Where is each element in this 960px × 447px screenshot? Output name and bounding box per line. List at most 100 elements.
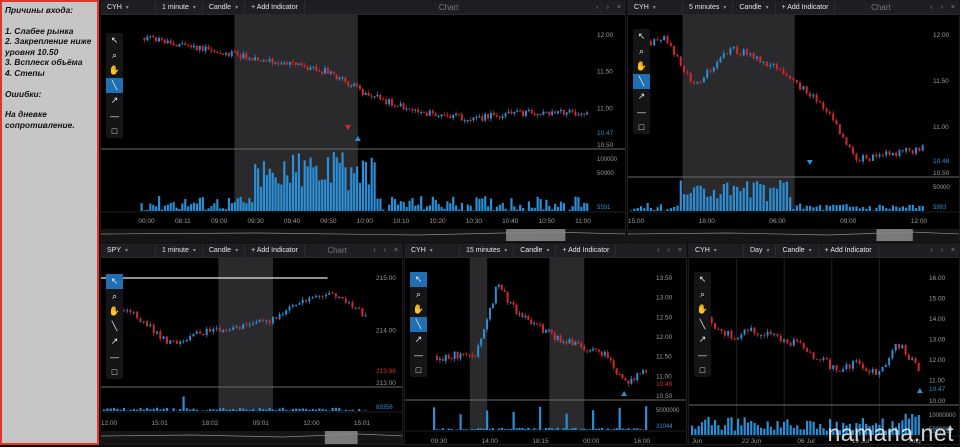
interval-selector[interactable]: Day▾ <box>744 244 776 258</box>
ticker-selector[interactable]: CYH▾ <box>689 244 744 258</box>
zoom-icon[interactable]: ⌕ <box>106 289 123 304</box>
volume-bar <box>205 210 207 211</box>
candle <box>902 150 904 151</box>
prev-icon[interactable]: ‹ <box>592 4 602 11</box>
volume-bar <box>362 161 364 211</box>
hand-icon[interactable]: ✋ <box>106 63 123 78</box>
arrow-icon[interactable]: ↗ <box>106 93 123 108</box>
hline-icon[interactable]: — <box>694 347 711 362</box>
hand-icon[interactable]: ✋ <box>106 304 123 319</box>
rect-icon[interactable]: □ <box>694 362 711 377</box>
cursor-icon[interactable]: ↖ <box>694 272 711 287</box>
zoom-icon[interactable]: ⌕ <box>106 48 123 63</box>
hand-icon[interactable]: ✋ <box>410 302 427 317</box>
add-indicator-button[interactable]: + Add Indicator <box>819 244 879 258</box>
candle <box>531 110 533 114</box>
price-tick: 13.50 <box>656 275 673 282</box>
next-icon[interactable]: › <box>937 4 947 11</box>
next-icon[interactable]: › <box>937 247 947 254</box>
zoom-icon[interactable]: ⌕ <box>410 287 427 302</box>
close-icon[interactable]: × <box>947 247 959 254</box>
cursor-icon[interactable]: ↖ <box>410 272 427 287</box>
chart-style-selector[interactable]: Candle▾ <box>733 1 775 15</box>
candle <box>226 330 228 331</box>
chevron-down-icon: ▾ <box>723 5 726 11</box>
hline-icon[interactable]: — <box>633 104 650 119</box>
line-icon[interactable]: ╲ <box>694 317 711 332</box>
interval-selector[interactable]: 1 minute▾ <box>156 244 203 258</box>
hline-icon[interactable]: — <box>106 108 123 123</box>
rect-icon[interactable]: □ <box>633 119 650 134</box>
hline-icon[interactable]: — <box>410 347 427 362</box>
candle <box>786 74 788 75</box>
price-chart[interactable]: 215.00214.00213.00213.968935612:0015:011… <box>101 258 403 445</box>
interval-selector[interactable]: 5 minutes▾ <box>683 1 733 15</box>
line-icon[interactable]: ╲ <box>410 317 427 332</box>
candle <box>525 111 527 116</box>
add-indicator-button[interactable]: + Add Indicator <box>245 244 305 258</box>
prev-icon[interactable]: ‹ <box>926 247 936 254</box>
cursor-icon[interactable]: ↖ <box>633 29 650 44</box>
rect-icon[interactable]: □ <box>106 364 123 379</box>
ticker-selector[interactable]: CYH▾ <box>405 244 460 258</box>
volume-bar <box>753 423 755 435</box>
chart-style-selector[interactable]: Candle▾ <box>203 244 245 258</box>
price-chart[interactable]: 12.0011.5011.0010.5010.47100000500005591… <box>101 15 626 242</box>
volume-bar <box>219 208 221 211</box>
candle <box>845 364 847 369</box>
line-icon[interactable]: ╲ <box>106 78 123 93</box>
add-indicator-button[interactable]: + Add Indicator <box>776 1 836 15</box>
chart-panel-p3[interactable]: SPY▾1 minute▾Candle▾+ Add IndicatorChart… <box>100 243 403 445</box>
arrow-icon[interactable]: ↗ <box>106 334 123 349</box>
zoom-icon[interactable]: ⌕ <box>694 287 711 302</box>
price-chart[interactable]: 12.0011.5011.0010.5010.4850000599315:001… <box>628 15 960 242</box>
ticker-selector[interactable]: CYH▾ <box>101 1 156 15</box>
prev-icon[interactable]: ‹ <box>926 4 936 11</box>
prev-icon[interactable]: ‹ <box>369 247 379 254</box>
zoom-icon[interactable]: ⌕ <box>633 44 650 59</box>
line-icon[interactable]: ╲ <box>633 74 650 89</box>
arrow-icon[interactable]: ↗ <box>633 89 650 104</box>
arrow-icon[interactable]: ↗ <box>410 332 427 347</box>
arrow-icon[interactable]: ↗ <box>694 332 711 347</box>
hand-icon[interactable]: ✋ <box>694 302 711 317</box>
candle <box>505 113 507 116</box>
hand-icon[interactable]: ✋ <box>633 59 650 74</box>
add-indicator-button[interactable]: + Add Indicator <box>556 244 616 258</box>
candle <box>660 40 662 41</box>
hline-icon[interactable]: — <box>106 349 123 364</box>
chart-panel-p4[interactable]: CYH▾15 minutes▾Candle▾+ Add Indicator ‹›×… <box>404 243 687 445</box>
candle <box>918 148 920 151</box>
price-chart[interactable]: 13.5013.0012.5012.0011.5011.0010.5010.48… <box>405 258 687 445</box>
chart-style-selector[interactable]: Candle▾ <box>514 244 556 258</box>
chart-style-selector[interactable]: Candle▾ <box>776 244 818 258</box>
cursor-icon[interactable]: ↖ <box>106 274 123 289</box>
close-icon[interactable]: × <box>674 247 686 254</box>
rect-icon[interactable]: □ <box>106 123 123 138</box>
volume-bar <box>248 198 250 211</box>
chart-style-selector[interactable]: Candle▾ <box>203 1 245 15</box>
add-indicator-button[interactable]: + Add Indicator <box>245 1 305 15</box>
next-icon[interactable]: › <box>603 4 613 11</box>
volume-bar <box>400 201 402 211</box>
chart-panel-p2[interactable]: CYH▾5 minutes▾Candle▾+ Add IndicatorChar… <box>627 0 960 242</box>
price-chart[interactable]: 16.0015.0014.0013.0012.0011.0010.0010.47… <box>689 258 960 445</box>
close-icon[interactable]: × <box>947 4 959 11</box>
ticker-selector[interactable]: SPY▾ <box>101 244 156 258</box>
ticker-selector-label: CYH <box>107 4 122 11</box>
volume-bar <box>448 429 450 430</box>
cursor-icon[interactable]: ↖ <box>106 33 123 48</box>
line-icon[interactable]: ╲ <box>106 319 123 334</box>
next-icon[interactable]: › <box>380 247 390 254</box>
chart-panel-p5[interactable]: CYH▾Day▾Candle▾+ Add Indicator ‹›× 16.0015… <box>688 243 960 445</box>
close-icon[interactable]: × <box>390 247 402 254</box>
prev-icon[interactable]: ‹ <box>653 247 663 254</box>
ticker-selector[interactable]: CYH▾ <box>628 1 683 15</box>
interval-selector[interactable]: 1 minute▾ <box>156 1 203 15</box>
next-icon[interactable]: › <box>664 247 674 254</box>
interval-selector[interactable]: 15 minutes▾ <box>460 244 514 258</box>
close-icon[interactable]: × <box>613 4 625 11</box>
chart-panel-p1[interactable]: CYH▾1 minute▾Candle▾+ Add IndicatorChart… <box>100 0 626 242</box>
candle <box>670 43 672 46</box>
rect-icon[interactable]: □ <box>410 362 427 377</box>
